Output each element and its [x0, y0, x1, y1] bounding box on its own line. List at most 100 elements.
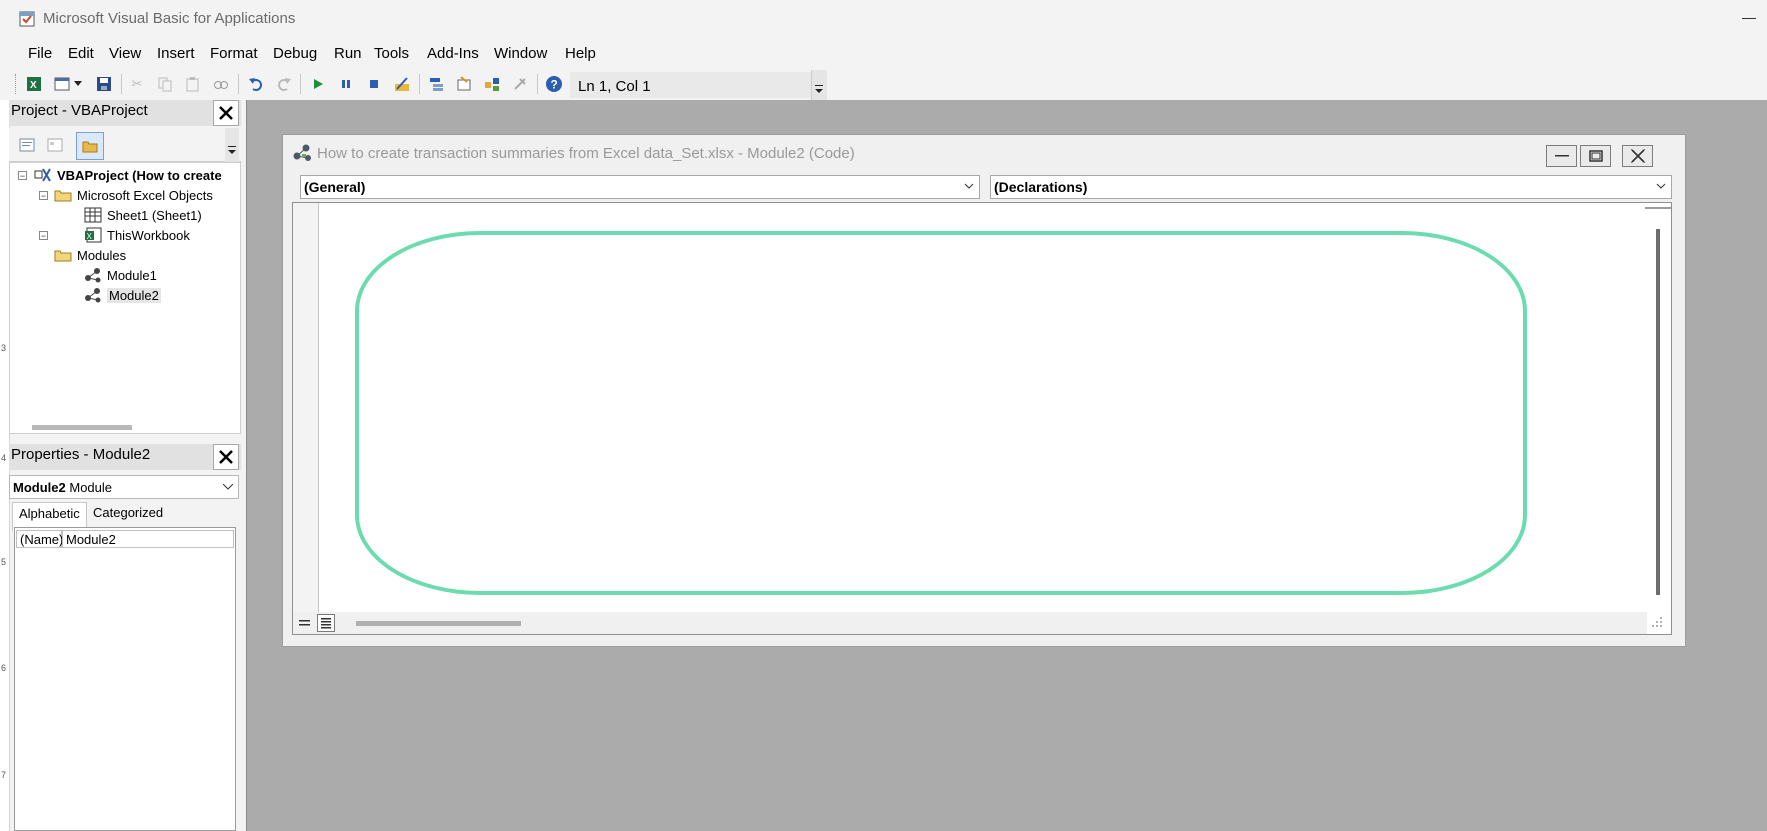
tree-item-module2[interactable]: Module2 — [84, 286, 161, 304]
project-tree-hscroll-thumb[interactable] — [32, 425, 132, 430]
project-panel-toolbar — [9, 128, 241, 162]
run-icon[interactable] — [308, 74, 328, 94]
project-tree: − VBAProject (How to create − Microsoft … — [9, 162, 241, 434]
insert-dropdown-icon[interactable] — [72, 74, 84, 94]
object-combo[interactable]: (General) — [300, 175, 980, 199]
tree-item-sheet1[interactable]: Sheet1 (Sheet1) — [84, 206, 202, 224]
menu-help[interactable]: Help — [565, 45, 596, 62]
insert-userform-icon[interactable] — [52, 74, 72, 94]
menu-window[interactable]: Window — [494, 45, 547, 62]
menu-debug[interactable]: Debug — [273, 45, 317, 62]
collapse-toggle-modules[interactable]: − — [39, 231, 48, 241]
code-window-title: How to create transaction summaries from… — [317, 145, 855, 162]
svg-text:?: ? — [551, 78, 558, 92]
prop-object-name: Module2 — [13, 480, 66, 495]
module-icon — [85, 288, 101, 303]
chevron-down-icon — [1656, 183, 1666, 189]
resize-grip-icon[interactable] — [1650, 615, 1664, 629]
properties-panel-close-button[interactable] — [213, 444, 239, 470]
menu-add-ins[interactable]: Add-Ins — [427, 45, 479, 62]
menu-run[interactable]: Run — [334, 45, 362, 62]
tree-label-module1: Module1 — [107, 267, 157, 283]
toggle-folders-icon[interactable] — [76, 132, 104, 160]
view-buttons — [293, 612, 347, 634]
svg-text:X: X — [87, 232, 93, 241]
tree-item-excel-objects[interactable]: Microsoft Excel Objects — [54, 186, 213, 204]
menu-edit[interactable]: Edit — [68, 45, 94, 62]
view-object-icon[interactable] — [43, 133, 67, 157]
procedure-view-icon[interactable] — [296, 615, 314, 631]
tree-label-modules: Modules — [77, 247, 127, 263]
tree-item-thisworkbook[interactable]: X ThisWorkbook — [84, 226, 190, 244]
toolbar-options-button[interactable] — [811, 70, 827, 100]
procedure-combo[interactable]: (Declarations) — [990, 175, 1672, 199]
code-window-minimize-button[interactable] — [1546, 145, 1577, 167]
full-module-view-icon[interactable] — [317, 614, 335, 632]
reset-icon[interactable] — [364, 74, 384, 94]
horizontal-scroll-thumb[interactable] — [356, 621, 521, 626]
prop-object-type: Module — [69, 480, 112, 495]
vertical-scroll-thumb[interactable] — [1656, 229, 1660, 595]
properties-grid: (Name) Module2 — [14, 527, 236, 831]
toolbar-grip[interactable] — [15, 74, 18, 94]
window-title: Microsoft Visual Basic for Applications — [43, 10, 296, 27]
tree-label-root: VBAProject (How to create — [57, 167, 222, 183]
chevron-down-icon — [964, 183, 974, 189]
code-window-maximize-button[interactable] — [1580, 145, 1611, 167]
copy-icon[interactable] — [155, 74, 175, 94]
menu-tools[interactable]: Tools — [374, 45, 409, 62]
paste-icon[interactable] — [183, 74, 203, 94]
prop-value-name[interactable]: Module2 — [62, 530, 234, 548]
tree-item-vbaproject[interactable]: VBAProject (How to create — [34, 166, 222, 184]
help-icon[interactable]: ? — [544, 74, 564, 94]
menu-file[interactable]: File — [28, 45, 52, 62]
undo-icon[interactable] — [246, 74, 266, 94]
tree-item-module1[interactable]: Module1 — [84, 266, 157, 284]
title-bar: Microsoft Visual Basic for Applications — [0, 0, 1767, 38]
view-code-icon[interactable] — [15, 133, 39, 157]
properties-tabs: Alphabetic Categorized — [9, 502, 239, 531]
project-panel-close-button[interactable] — [213, 100, 239, 126]
code-window-titlebar[interactable]: How to create transaction summaries from… — [283, 135, 1685, 169]
tree-label-module2: Module2 — [107, 287, 161, 303]
project-panel-title: Project - VBAProject — [9, 100, 241, 126]
folder-icon — [54, 250, 72, 262]
code-window-close-button[interactable] — [1622, 145, 1653, 167]
design-mode-icon[interactable] — [392, 74, 412, 94]
collapse-toggle-root[interactable]: − — [18, 171, 27, 181]
tree-label-sheet1: Sheet1 (Sheet1) — [107, 207, 202, 223]
toolbox-icon[interactable] — [510, 74, 530, 94]
save-icon[interactable] — [94, 74, 114, 94]
collapse-toggle-excel-objects[interactable]: − — [39, 191, 48, 201]
cut-icon[interactable]: ✂ — [127, 74, 147, 94]
mdi-workspace: How to create transaction summaries from… — [246, 100, 1767, 831]
properties-object-select[interactable]: Module2 Module — [9, 475, 239, 499]
horizontal-scrollbar[interactable] — [347, 612, 1647, 634]
tab-categorized[interactable]: Categorized — [87, 502, 169, 530]
menu-format[interactable]: Format — [210, 45, 258, 62]
procedure-combo-value: (Declarations) — [994, 179, 1088, 195]
margin-indicator-bar[interactable] — [293, 203, 319, 612]
object-browser-icon[interactable] — [482, 74, 502, 94]
view-excel-icon[interactable]: X — [24, 74, 44, 94]
split-bar[interactable] — [1645, 203, 1671, 209]
break-icon[interactable] — [336, 74, 356, 94]
vbaproject-icon — [34, 168, 51, 182]
find-icon[interactable] — [211, 74, 231, 94]
cursor-position-status: Ln 1, Col 1 — [570, 72, 812, 98]
properties-window-icon[interactable] — [454, 74, 474, 94]
menu-insert[interactable]: Insert — [157, 45, 195, 62]
redo-icon[interactable] — [274, 74, 294, 94]
svg-text:X: X — [30, 80, 37, 91]
code-editor[interactable] — [320, 203, 1645, 612]
tree-label-excel-objects: Microsoft Excel Objects — [77, 187, 213, 203]
project-panel-scroll-button[interactable] — [225, 128, 239, 162]
project-explorer-icon[interactable] — [426, 74, 446, 94]
tree-item-modules[interactable]: Modules — [54, 246, 126, 264]
vertical-scrollbar[interactable] — [1645, 203, 1671, 612]
minimize-button[interactable] — [1738, 6, 1762, 30]
worksheet-icon — [84, 207, 102, 223]
menu-view[interactable]: View — [109, 45, 141, 62]
vba-app-icon[interactable] — [18, 9, 38, 29]
folder-icon — [54, 190, 72, 202]
